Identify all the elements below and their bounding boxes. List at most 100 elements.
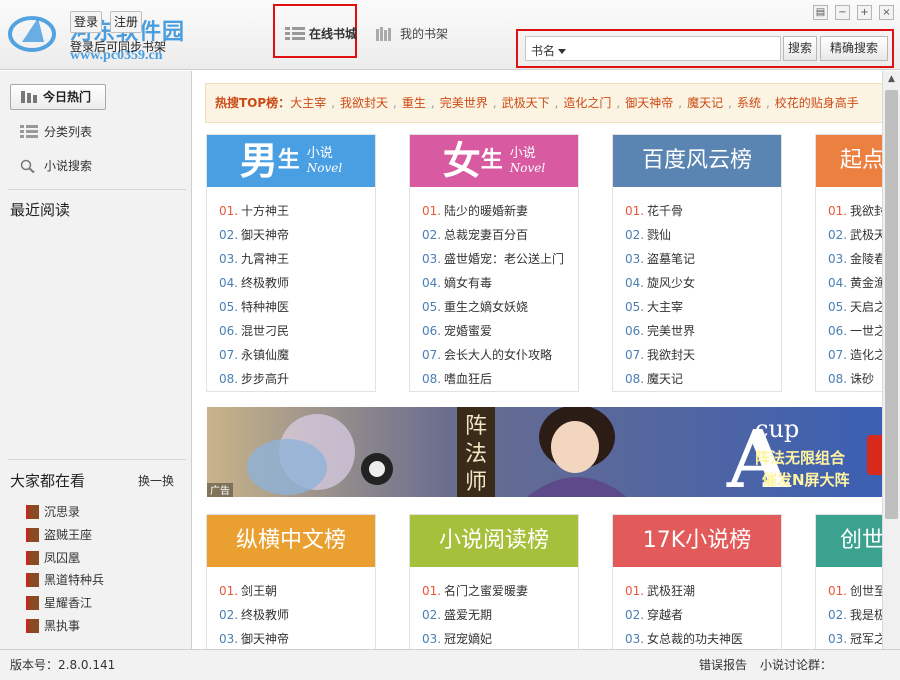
list-item[interactable]: 黑执事 bbox=[26, 616, 80, 636]
list-item[interactable]: 08. 步步高升 bbox=[219, 367, 375, 391]
board-header[interactable]: 小说阅读榜 bbox=[410, 515, 578, 567]
list-item[interactable]: 02. 终极教师 bbox=[219, 603, 375, 627]
close-icon[interactable]: × bbox=[879, 5, 894, 20]
board-header[interactable]: 男生 小说 Novel bbox=[207, 135, 375, 187]
list-item[interactable]: 01. 我欲封 bbox=[828, 199, 882, 223]
sidebar-item-today-hot[interactable]: 今日热门 bbox=[10, 84, 106, 110]
rank-number: 03. bbox=[828, 632, 848, 646]
list-item[interactable]: 06. 一世之 bbox=[828, 319, 882, 343]
list-item[interactable]: 盗贼王座 bbox=[26, 525, 92, 545]
list-item[interactable]: 01. 剑王朝 bbox=[219, 579, 375, 603]
swap-button[interactable]: 换一换 bbox=[138, 472, 174, 489]
book-title: 冠军之 bbox=[850, 632, 882, 646]
list-item[interactable]: 02. 我是极 bbox=[828, 603, 882, 627]
board-header[interactable]: 17K小说榜 bbox=[613, 515, 781, 567]
list-item[interactable]: 01. 十方神王 bbox=[219, 199, 375, 223]
hot-search-item[interactable]: 校花的贴身高手 bbox=[775, 96, 859, 110]
board-header[interactable]: 创世 bbox=[816, 515, 882, 567]
list-item[interactable]: 03. 女总裁的功夫神医 bbox=[625, 627, 781, 649]
list-item[interactable]: 04. 嫡女有毒 bbox=[422, 271, 578, 295]
list-item[interactable]: 07. 会长大人的女仆攻略 bbox=[422, 343, 578, 367]
hot-search-item[interactable]: 御天神帝 bbox=[625, 96, 673, 110]
skin-icon[interactable]: ▤ bbox=[813, 5, 828, 20]
book-title: 嗜血狂后 bbox=[444, 372, 493, 386]
list-item[interactable]: 05. 特种神医 bbox=[219, 295, 375, 319]
hot-search-item[interactable]: 完美世界 bbox=[440, 96, 488, 110]
list-item[interactable]: 沉思录 bbox=[26, 502, 80, 522]
error-report-link[interactable]: 错误报告 bbox=[699, 650, 747, 680]
list-item[interactable]: 01. 创世至 bbox=[828, 579, 882, 603]
list-item[interactable]: 04. 旋风少女 bbox=[625, 271, 781, 295]
list-item[interactable]: 05. 天启之 bbox=[828, 295, 882, 319]
scrollbar-thumb[interactable] bbox=[885, 90, 898, 519]
search-input[interactable] bbox=[570, 39, 775, 58]
search-button[interactable]: 搜索 bbox=[783, 36, 817, 61]
list-item[interactable]: 凤囚凰 bbox=[26, 548, 80, 568]
banner-line: 阵法无限组合 bbox=[755, 449, 846, 467]
board-header[interactable]: 纵横中文榜 bbox=[207, 515, 375, 567]
bookstore-icon bbox=[21, 91, 37, 103]
list-item[interactable]: 08. 魔天记 bbox=[625, 367, 781, 391]
list-item[interactable]: 02. 御天神帝 bbox=[219, 223, 375, 247]
tab-online-store[interactable]: 在线书城 bbox=[283, 18, 357, 50]
tab-my-shelf[interactable]: 我的书架 bbox=[374, 18, 454, 50]
list-item[interactable]: 03. 冠宠嫡妃 bbox=[422, 627, 578, 649]
register-button[interactable]: 注册 bbox=[110, 11, 142, 33]
list-item[interactable]: 03. 金陵春 bbox=[828, 247, 882, 271]
list-item[interactable]: 02. 武极天 bbox=[828, 223, 882, 247]
list-item[interactable]: 01. 武极狂潮 bbox=[625, 579, 781, 603]
tab-my-shelf-label: 我的书架 bbox=[400, 27, 449, 41]
precise-search-button[interactable]: 精确搜索 bbox=[820, 36, 888, 61]
list-item[interactable]: 05. 大主宰 bbox=[625, 295, 781, 319]
list-item[interactable]: 04. 黄金渔 bbox=[828, 271, 882, 295]
hot-search-item[interactable]: 系统 bbox=[737, 96, 761, 110]
board-list: 01. 十方神王 02. 御天神帝 03. 九霄神王 04. 终极教师 05. 特种神医 06. 混世… bbox=[207, 187, 375, 391]
book-title: 星耀香江 bbox=[44, 596, 93, 610]
sidebar-item-novel-search[interactable]: 小说搜索 bbox=[20, 156, 92, 176]
list-item[interactable]: 03. 冠军之 bbox=[828, 627, 882, 649]
board-header[interactable]: 起点 bbox=[816, 135, 882, 187]
list-item[interactable]: 02. 穿越者 bbox=[625, 603, 781, 627]
list-item[interactable]: 03. 盗墓笔记 bbox=[625, 247, 781, 271]
list-item[interactable]: 03. 御天神帝 bbox=[219, 627, 375, 649]
list-item[interactable]: 06. 宠婚蜜爱 bbox=[422, 319, 578, 343]
sidebar-item-category-list[interactable]: 分类列表 bbox=[20, 122, 92, 142]
list-item[interactable]: 02. 总裁宠妻百分百 bbox=[422, 223, 578, 247]
scrollbar[interactable]: ▲ bbox=[882, 71, 900, 649]
hot-search-item[interactable]: 重生 bbox=[402, 96, 426, 110]
list-item[interactable]: 06. 混世刁民 bbox=[219, 319, 375, 343]
hot-search-item[interactable]: 造化之门 bbox=[563, 96, 611, 110]
rank-number: 08. bbox=[828, 372, 848, 386]
list-item[interactable]: 08. 嗜血狂后 bbox=[422, 367, 578, 391]
list-item[interactable]: 04. 终极教师 bbox=[219, 271, 375, 295]
hot-search-item[interactable]: 我欲封天 bbox=[340, 96, 388, 110]
board-header[interactable]: 女生 小说 Novel bbox=[410, 135, 578, 187]
maximize-icon[interactable]: + bbox=[857, 5, 872, 20]
minimize-icon[interactable]: − bbox=[835, 5, 850, 20]
login-button[interactable]: 登录 bbox=[70, 11, 102, 33]
list-item[interactable]: 星耀香江 bbox=[26, 593, 92, 613]
list-item[interactable]: 01. 名门之蜜爱暖妻 bbox=[422, 579, 578, 603]
search-type-dropdown[interactable]: 书名 bbox=[531, 42, 567, 59]
list-item[interactable]: 03. 九霄神王 bbox=[219, 247, 375, 271]
list-item[interactable]: 08. 诛砂 bbox=[828, 367, 882, 391]
board-header[interactable]: 百度风云榜 bbox=[613, 135, 781, 187]
scroll-up-arrow-icon[interactable]: ▲ bbox=[883, 71, 900, 88]
list-item[interactable]: 03. 盛世婚宠：老公送上门 bbox=[422, 247, 578, 271]
list-item[interactable]: 02. 戮仙 bbox=[625, 223, 781, 247]
list-item[interactable]: 07. 造化之 bbox=[828, 343, 882, 367]
list-item[interactable]: 06. 完美世界 bbox=[625, 319, 781, 343]
hot-search-item[interactable]: 大主宰 bbox=[290, 96, 326, 110]
list-item[interactable]: 05. 重生之嫡女妖娆 bbox=[422, 295, 578, 319]
hot-search-item[interactable]: 魔天记 bbox=[687, 96, 723, 110]
list-item[interactable]: 02. 盛爱无期 bbox=[422, 603, 578, 627]
hot-search-item[interactable]: 武极天下 bbox=[502, 96, 550, 110]
rank-number: 02. bbox=[828, 608, 848, 622]
ad-banner[interactable]: 阵 法 师 A cup 阵法无限组合 催发N屏大阵 广告 bbox=[207, 407, 882, 497]
list-item[interactable]: 07. 永镇仙魔 bbox=[219, 343, 375, 367]
list-item[interactable]: 07. 我欲封天 bbox=[625, 343, 781, 367]
list-item[interactable]: 01. 陆少的暖婚新妻 bbox=[422, 199, 578, 223]
list-item[interactable]: 黑道特种兵 bbox=[26, 570, 104, 590]
board-title: 生 bbox=[277, 148, 300, 173]
list-item[interactable]: 01. 花千骨 bbox=[625, 199, 781, 223]
